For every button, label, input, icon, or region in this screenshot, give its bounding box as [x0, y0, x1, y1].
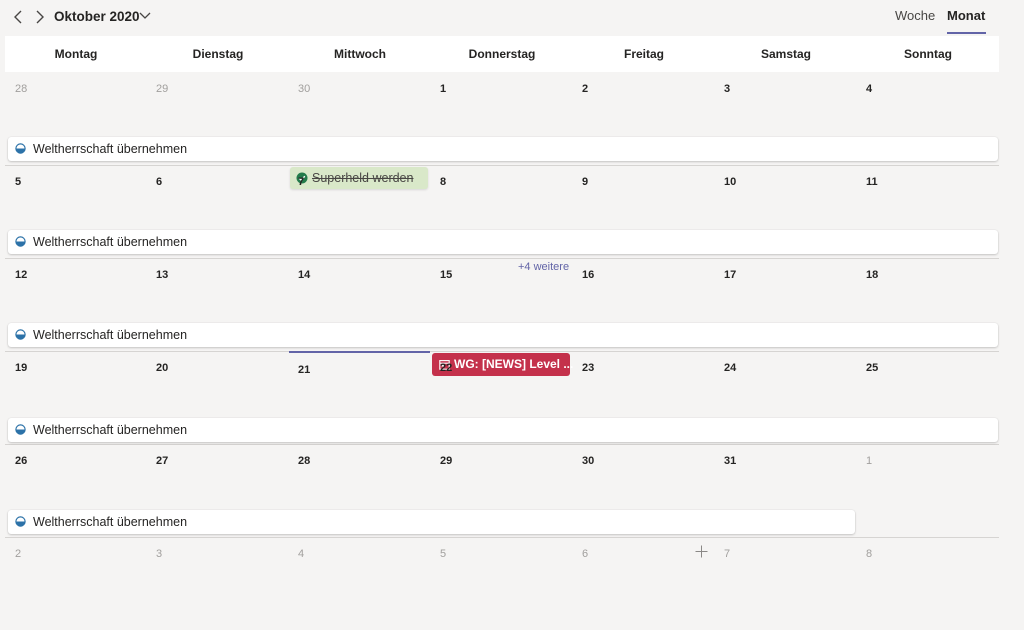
today-indicator — [289, 351, 430, 353]
in-progress-icon — [15, 143, 26, 154]
day-number[interactable]: 20 — [156, 362, 168, 374]
weekday-header: Montag Dienstag Mittwoch Donnerstag Frei… — [5, 36, 999, 72]
day-number[interactable]: 31 — [724, 455, 736, 467]
weekday-label: Freitag — [623, 47, 664, 61]
weekday-label: Dienstag — [192, 47, 244, 61]
event-title: Weltherrschaft übernehmen — [33, 515, 188, 529]
day-number[interactable]: 18 — [866, 269, 878, 281]
day-number[interactable]: 25 — [866, 362, 878, 374]
event-weltherrschaft[interactable]: Weltherrschaft übernehmen — [8, 418, 998, 442]
weekday-label: Sonntag — [904, 47, 952, 61]
chevron-right-icon — [36, 10, 44, 24]
in-progress-icon — [15, 236, 26, 247]
day-number[interactable]: 9 — [582, 176, 588, 188]
day-number[interactable]: 8 — [866, 548, 872, 560]
in-progress-icon — [15, 516, 26, 527]
add-event-icon[interactable] — [695, 545, 708, 558]
day-number[interactable]: 3 — [724, 83, 730, 95]
day-number[interactable]: 16 — [582, 269, 594, 281]
day-number[interactable]: 19 — [15, 362, 27, 374]
day-number[interactable]: 1 — [866, 455, 872, 467]
week-row: 28 29 30 1 2 3 4 Weltherrschaft übernehm… — [5, 72, 999, 189]
event-title: Weltherrschaft übernehmen — [33, 328, 188, 342]
chevron-down-icon[interactable] — [139, 11, 151, 21]
day-number[interactable]: 7 — [724, 548, 730, 560]
week-row: 26 27 28 29 30 31 1 Weltherrschaft übern… — [5, 444, 999, 538]
day-number[interactable]: 22 — [440, 362, 452, 374]
day-number[interactable]: 5 — [15, 176, 21, 188]
next-month-button[interactable] — [31, 7, 49, 27]
day-number[interactable]: 5 — [440, 548, 446, 560]
day-number[interactable]: 24 — [724, 362, 736, 374]
view-week-tab[interactable]: Woche — [895, 8, 935, 23]
month-title[interactable]: Oktober 2020 — [54, 9, 140, 24]
week-row: 12 13 14 15 16 17 18 Weltherrschaft über… — [5, 258, 999, 376]
weekday-label: Montag — [54, 47, 98, 61]
day-number[interactable]: 7 — [298, 176, 304, 188]
day-number[interactable]: 29 — [440, 455, 452, 467]
day-number[interactable]: 28 — [15, 83, 27, 95]
day-number[interactable]: 3 — [156, 548, 162, 560]
calendar-toolbar: Oktober 2020 Woche Monat — [0, 0, 1024, 36]
day-number[interactable]: 10 — [724, 176, 736, 188]
day-number[interactable]: 17 — [724, 269, 736, 281]
day-number[interactable]: 12 — [15, 269, 27, 281]
event-weltherrschaft[interactable]: Weltherrschaft übernehmen — [8, 137, 998, 161]
month-grid: Montag Dienstag Mittwoch Donnerstag Frei… — [5, 36, 999, 569]
day-number[interactable]: 27 — [156, 455, 168, 467]
active-view-indicator — [947, 32, 986, 34]
day-number[interactable]: 1 — [440, 83, 446, 95]
event-weltherrschaft[interactable]: Weltherrschaft übernehmen — [8, 230, 998, 254]
event-weltherrschaft[interactable]: Weltherrschaft übernehmen — [8, 323, 998, 347]
in-progress-icon — [15, 329, 26, 340]
day-number[interactable]: 2 — [15, 548, 21, 560]
weekday-label: Samstag — [760, 47, 812, 61]
day-number[interactable]: 23 — [582, 362, 594, 374]
chevron-left-icon — [14, 10, 22, 24]
day-number[interactable]: 11 — [866, 176, 878, 188]
day-number[interactable]: 2 — [582, 83, 588, 95]
day-number[interactable]: 14 — [298, 269, 310, 281]
day-number[interactable]: 6 — [156, 176, 162, 188]
day-number[interactable]: 4 — [866, 83, 872, 95]
day-number[interactable]: 13 — [156, 269, 168, 281]
event-title: Weltherrschaft übernehmen — [33, 235, 188, 249]
day-number[interactable]: 30 — [298, 83, 310, 95]
day-number[interactable]: 6 — [582, 548, 588, 560]
day-number[interactable]: 28 — [298, 455, 310, 467]
weekday-label: Mittwoch — [334, 47, 386, 61]
day-number[interactable]: 15 — [440, 269, 452, 281]
day-number[interactable]: 29 — [156, 83, 168, 95]
event-weltherrschaft[interactable]: Weltherrschaft übernehmen — [8, 510, 855, 534]
day-number[interactable]: 8 — [440, 176, 446, 188]
weekday-label: Donnerstag — [468, 47, 536, 61]
event-title: Weltherrschaft übernehmen — [33, 423, 188, 437]
event-title: Weltherrschaft übernehmen — [33, 142, 188, 156]
day-number[interactable]: 4 — [298, 548, 304, 560]
week-row: 19 20 21 22 23 24 25 Weltherrschaft über… — [5, 351, 999, 445]
week-row: 2 3 4 5 6 7 8 — [5, 537, 999, 630]
day-number[interactable]: 26 — [15, 455, 27, 467]
day-number[interactable]: 30 — [582, 455, 594, 467]
in-progress-icon — [15, 424, 26, 435]
previous-month-button[interactable] — [10, 7, 28, 27]
week-row: 5 6 7 8 9 10 11 Weltherrschaft übernehme… — [5, 165, 999, 273]
view-month-tab[interactable]: Monat — [947, 8, 985, 23]
day-number-today[interactable]: 21 — [298, 364, 310, 376]
